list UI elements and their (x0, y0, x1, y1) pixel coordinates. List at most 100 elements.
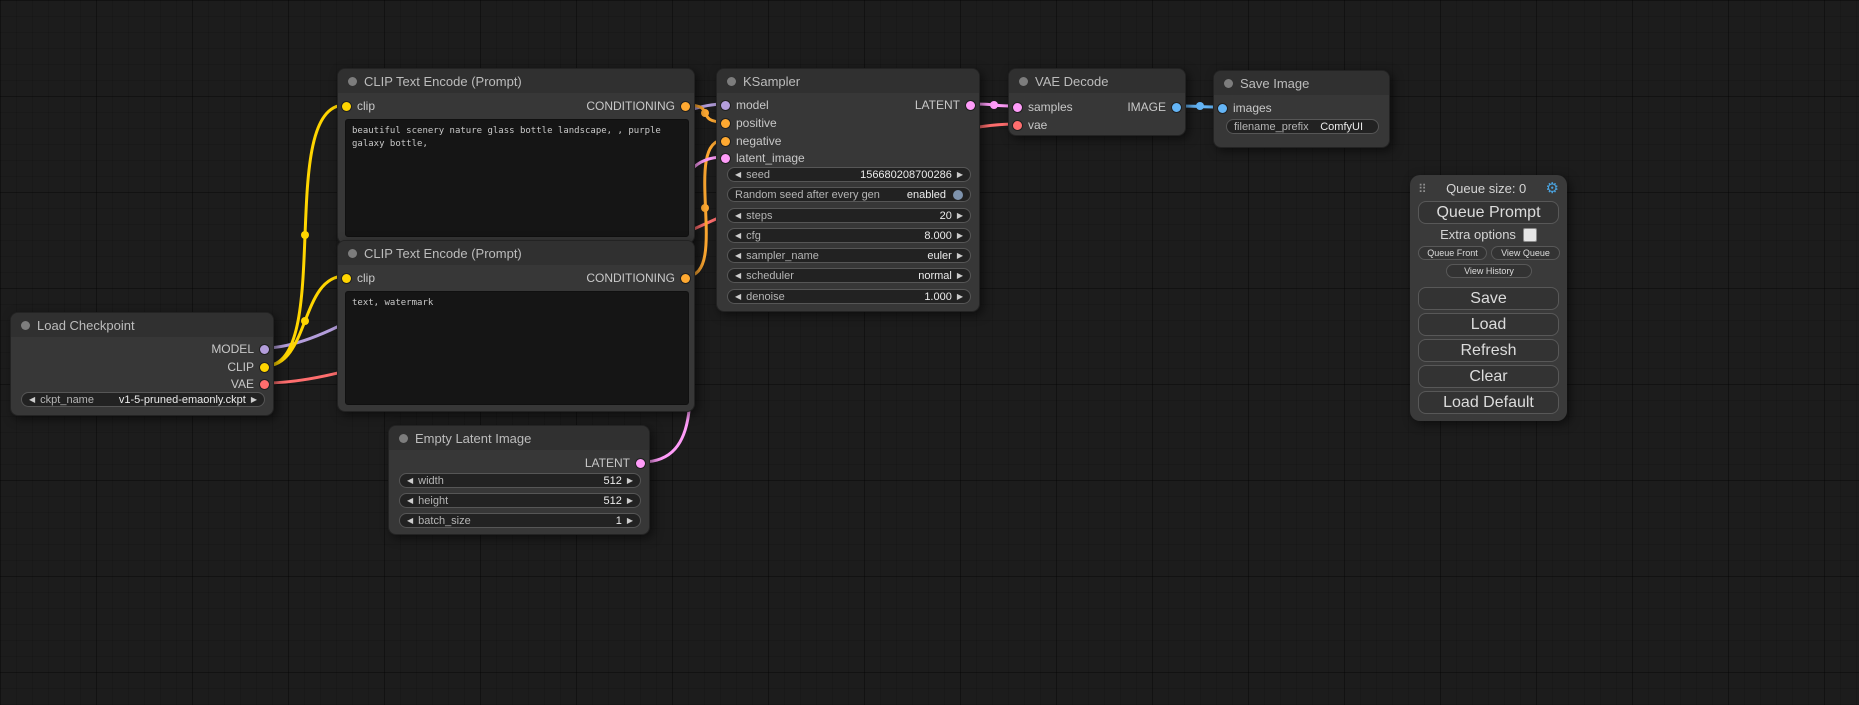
drag-handle-icon[interactable]: ⠿ (1418, 182, 1427, 196)
widget-batch-size[interactable]: ◀ batch_size 1 ▶ (399, 513, 641, 528)
increment-arrow-icon[interactable]: ▶ (251, 396, 257, 404)
widget-width[interactable]: ◀ width 512 ▶ (399, 473, 641, 488)
collapse-dot-icon[interactable] (1019, 77, 1028, 86)
slot-latent-output[interactable]: LATENT (915, 98, 975, 112)
collapse-dot-icon[interactable] (727, 77, 736, 86)
increment-arrow-icon[interactable]: ▶ (957, 232, 963, 240)
increment-arrow-icon[interactable]: ▶ (957, 171, 963, 179)
increment-arrow-icon[interactable]: ▶ (957, 293, 963, 301)
view-history-button[interactable]: View History (1446, 264, 1532, 278)
queue-front-button[interactable]: Queue Front (1418, 246, 1487, 260)
positive-prompt-textarea[interactable]: beautiful scenery nature glass bottle la… (345, 119, 689, 237)
widget-cfg[interactable]: ◀ cfg 8.000 ▶ (727, 228, 971, 243)
slot-vae-output[interactable]: VAE (231, 377, 269, 391)
decrement-arrow-icon[interactable]: ◀ (407, 477, 413, 485)
collapse-dot-icon[interactable] (348, 77, 357, 86)
output-slot-dot[interactable] (636, 459, 645, 468)
widget-denoise[interactable]: ◀ denoise 1.000 ▶ (727, 289, 971, 304)
slot-latent-image-input[interactable]: latent_image (721, 151, 805, 165)
widget-seed[interactable]: ◀ seed 156680208700286 ▶ (727, 167, 971, 182)
negative-prompt-textarea[interactable]: text, watermark (345, 291, 689, 405)
output-slot-dot[interactable] (681, 274, 690, 283)
input-slot-dot[interactable] (342, 274, 351, 283)
slot-conditioning-output[interactable]: CONDITIONING (586, 271, 690, 285)
node-title-bar[interactable]: VAE Decode (1009, 69, 1185, 93)
decrement-arrow-icon[interactable]: ◀ (407, 517, 413, 525)
input-slot-dot[interactable] (721, 101, 730, 110)
widget-sampler-name[interactable]: ◀ sampler_name euler ▶ (727, 248, 971, 263)
collapse-dot-icon[interactable] (21, 321, 30, 330)
slot-samples-input[interactable]: samples (1013, 100, 1073, 114)
node-title-bar[interactable]: CLIP Text Encode (Prompt) (338, 241, 694, 265)
slot-negative-input[interactable]: negative (721, 134, 781, 148)
node-ksampler[interactable]: KSampler model positive negative latent_… (716, 68, 980, 312)
slot-latent-output[interactable]: LATENT (585, 456, 645, 470)
node-title-bar[interactable]: Load Checkpoint (11, 313, 273, 337)
settings-gear-icon[interactable]: ⚙ (1546, 181, 1559, 196)
widget-ckpt-name[interactable]: ◀ ckpt_name v1-5-pruned-emaonly.ckpt ▶ (21, 392, 265, 407)
widget-filename-prefix[interactable]: filename_prefix ComfyUI (1226, 119, 1379, 134)
slot-model-output[interactable]: MODEL (211, 342, 269, 356)
decrement-arrow-icon[interactable]: ◀ (735, 293, 741, 301)
node-clip-text-encode-negative[interactable]: CLIP Text Encode (Prompt) clip CONDITION… (337, 240, 695, 412)
decrement-arrow-icon[interactable]: ◀ (735, 232, 741, 240)
increment-arrow-icon[interactable]: ▶ (627, 497, 633, 505)
collapse-dot-icon[interactable] (348, 249, 357, 258)
slot-clip-output[interactable]: CLIP (227, 360, 269, 374)
output-slot-dot[interactable] (260, 363, 269, 372)
widget-height[interactable]: ◀ height 512 ▶ (399, 493, 641, 508)
slot-images-input[interactable]: images (1218, 101, 1272, 115)
decrement-arrow-icon[interactable]: ◀ (735, 212, 741, 220)
slot-image-output[interactable]: IMAGE (1127, 100, 1181, 114)
widget-steps[interactable]: ◀ steps 20 ▶ (727, 208, 971, 223)
decrement-arrow-icon[interactable]: ◀ (735, 252, 741, 260)
decrement-arrow-icon[interactable]: ◀ (735, 272, 741, 280)
input-slot-dot[interactable] (721, 154, 730, 163)
node-title-bar[interactable]: Empty Latent Image (389, 426, 649, 450)
node-title-bar[interactable]: CLIP Text Encode (Prompt) (338, 69, 694, 93)
widget-scheduler[interactable]: ◀ scheduler normal ▶ (727, 268, 971, 283)
node-title-bar[interactable]: Save Image (1214, 71, 1389, 95)
load-default-button[interactable]: Load Default (1418, 391, 1559, 414)
output-slot-dot[interactable] (260, 380, 269, 389)
node-empty-latent-image[interactable]: Empty Latent Image LATENT ◀ width 512 ▶ … (388, 425, 650, 535)
refresh-button[interactable]: Refresh (1418, 339, 1559, 362)
output-slot-dot[interactable] (966, 101, 975, 110)
toggle-dot-icon[interactable] (953, 190, 963, 200)
save-button[interactable]: Save (1418, 287, 1559, 310)
node-save-image[interactable]: Save Image images filename_prefix ComfyU… (1213, 70, 1390, 148)
increment-arrow-icon[interactable]: ▶ (957, 212, 963, 220)
slot-conditioning-output[interactable]: CONDITIONING (586, 99, 690, 113)
slot-clip-input[interactable]: clip (342, 271, 375, 285)
slot-positive-input[interactable]: positive (721, 116, 777, 130)
slot-model-input[interactable]: model (721, 98, 769, 112)
node-title-bar[interactable]: KSampler (717, 69, 979, 93)
view-queue-button[interactable]: View Queue (1491, 246, 1560, 260)
decrement-arrow-icon[interactable]: ◀ (407, 497, 413, 505)
node-clip-text-encode-positive[interactable]: CLIP Text Encode (Prompt) clip CONDITION… (337, 68, 695, 244)
decrement-arrow-icon[interactable]: ◀ (735, 171, 741, 179)
clear-button[interactable]: Clear (1418, 365, 1559, 388)
output-slot-dot[interactable] (681, 102, 690, 111)
collapse-dot-icon[interactable] (399, 434, 408, 443)
output-slot-dot[interactable] (260, 345, 269, 354)
increment-arrow-icon[interactable]: ▶ (957, 272, 963, 280)
increment-arrow-icon[interactable]: ▶ (627, 477, 633, 485)
node-graph-canvas[interactable]: Load Checkpoint MODEL CLIP VAE ◀ ckpt_na… (0, 0, 1859, 705)
node-vae-decode[interactable]: VAE Decode samples vae IMAGE (1008, 68, 1186, 136)
node-load-checkpoint[interactable]: Load Checkpoint MODEL CLIP VAE ◀ ckpt_na… (10, 312, 274, 416)
extra-options-checkbox[interactable] (1523, 228, 1537, 242)
output-slot-dot[interactable] (1172, 103, 1181, 112)
increment-arrow-icon[interactable]: ▶ (627, 517, 633, 525)
slot-vae-input[interactable]: vae (1013, 118, 1047, 132)
input-slot-dot[interactable] (721, 119, 730, 128)
slot-clip-input[interactable]: clip (342, 99, 375, 113)
load-button[interactable]: Load (1418, 313, 1559, 336)
increment-arrow-icon[interactable]: ▶ (957, 252, 963, 260)
widget-random-seed-toggle[interactable]: Random seed after every gen enabled (727, 187, 971, 202)
input-slot-dot[interactable] (1013, 103, 1022, 112)
input-slot-dot[interactable] (1013, 121, 1022, 130)
queue-prompt-button[interactable]: Queue Prompt (1418, 201, 1559, 224)
collapse-dot-icon[interactable] (1224, 79, 1233, 88)
input-slot-dot[interactable] (342, 102, 351, 111)
